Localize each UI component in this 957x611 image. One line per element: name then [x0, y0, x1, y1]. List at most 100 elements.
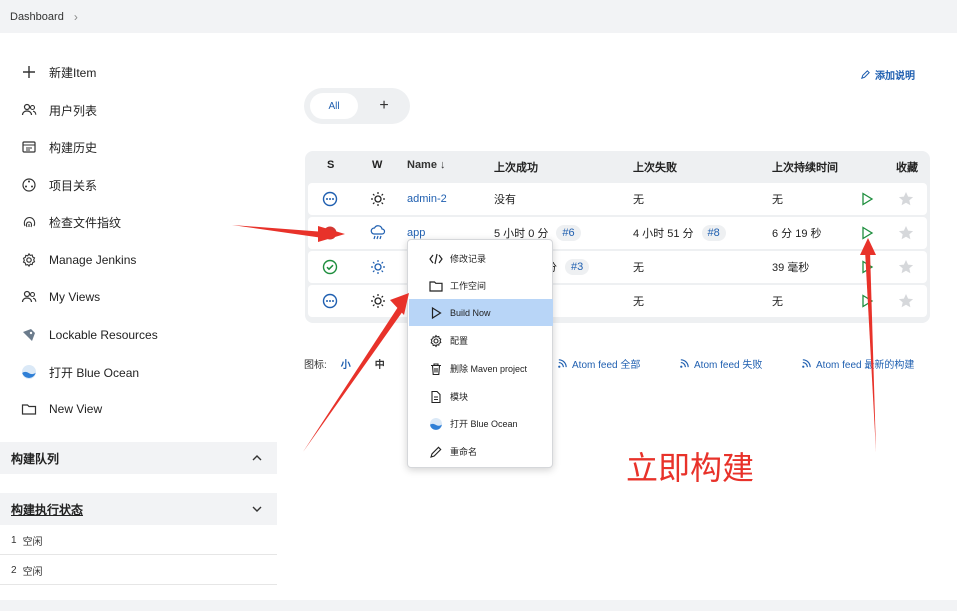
header-last-duration[interactable]: 上次持续时间: [772, 159, 838, 175]
users-icon: [18, 286, 40, 308]
annotation-build-now-text: 立即构建: [626, 450, 755, 486]
status-not-built-icon: [322, 183, 338, 215]
sidebar-item-new-view[interactable]: New View: [18, 395, 102, 423]
sidebar-item-manage-jenkins[interactable]: Manage Jenkins: [18, 246, 136, 274]
play-icon[interactable]: [859, 251, 875, 283]
status-not-built-icon: [322, 285, 338, 317]
executors-title[interactable]: 构建执行状态: [11, 501, 83, 518]
sidebar-item-new-item[interactable]: 新建Item: [18, 58, 96, 86]
header-last-failure[interactable]: 上次失败: [633, 159, 677, 175]
last-duration: 6 分 19 秒: [772, 228, 822, 240]
header-last-success[interactable]: 上次成功: [494, 159, 538, 175]
table-row: app 5 小时 0 分 #6 4 小时 51 分 #8 6 分 19 秒: [308, 217, 927, 249]
icon-size-legend: 图标: 小 中: [304, 356, 385, 371]
menu-item-label: 模块: [450, 392, 469, 402]
sidebar-item-my-views[interactable]: My Views: [18, 283, 100, 311]
menu-item-modules[interactable]: 模块: [409, 383, 553, 410]
sidebar-item-lockable-resources[interactable]: Lockable Resources: [18, 321, 158, 349]
menu-item-build-now[interactable]: Build Now: [409, 299, 553, 326]
add-description-link[interactable]: 添加说明: [860, 67, 915, 82]
last-failure: 无: [633, 194, 644, 206]
history-icon: [18, 136, 40, 158]
play-icon[interactable]: [859, 183, 875, 215]
sidebar-item-label: 用户列表: [49, 103, 98, 118]
star-icon[interactable]: [898, 183, 914, 215]
chevron-down-icon[interactable]: [251, 503, 263, 515]
plus-icon: [18, 61, 40, 83]
play-icon: [428, 305, 444, 321]
menu-item-configure[interactable]: 配置: [409, 327, 553, 354]
play-icon[interactable]: [859, 285, 875, 317]
menu-item-label: 配置: [450, 336, 469, 346]
sidebar-item-label: 检查文件指纹: [49, 215, 122, 230]
job-link[interactable]: admin-2: [407, 183, 447, 215]
menu-item-label: Build Now: [450, 307, 491, 318]
rss-icon: [802, 359, 811, 368]
atom-feed-latest-label: Atom feed 最新的构建: [816, 360, 915, 371]
code-icon: [428, 251, 444, 267]
job-context-menu: 修改记录 工作空间 Build Now 配置 删除 Maven project …: [407, 239, 553, 468]
atom-feed-latest[interactable]: Atom feed 最新的构建: [801, 356, 914, 371]
last-success: 没有: [494, 194, 516, 206]
last-duration: 39 毫秒: [772, 262, 810, 274]
menu-item-label: 修改记录: [450, 254, 487, 264]
sidebar-item-users[interactable]: 用户列表: [18, 96, 97, 124]
table-row: 无 无: [308, 285, 927, 317]
menu-item-label: 打开 Blue Ocean: [450, 419, 518, 429]
menu-item-workspace[interactable]: 工作空间: [409, 272, 553, 299]
sidebar-item-blue-ocean[interactable]: 打开 Blue Ocean: [18, 358, 139, 386]
add-view-tab[interactable]: +: [372, 94, 396, 118]
icon-size-medium[interactable]: 中: [375, 356, 385, 371]
menu-item-blue-ocean[interactable]: 打开 Blue Ocean: [409, 410, 553, 437]
blue-ocean-icon: [18, 361, 40, 383]
success-build-badge[interactable]: #6: [556, 225, 581, 241]
fingerprint-icon: [18, 211, 40, 233]
icon-size-small[interactable]: 小: [341, 356, 351, 371]
jenkins-dashboard: Dashboard › 新建Item 用户列表 构建历史 项目关系 检查文件指纹…: [0, 0, 957, 611]
last-duration: 无: [772, 296, 783, 308]
menu-item-label: 删除 Maven project: [450, 364, 528, 374]
rss-icon: [558, 359, 567, 368]
chevron-up-icon[interactable]: [251, 452, 263, 464]
pencil-icon: [428, 444, 444, 460]
sidebar-item-label: New View: [49, 402, 103, 416]
menu-item-rename[interactable]: 重命名: [409, 438, 553, 465]
executor-state: 空闲: [22, 566, 43, 578]
footer: [0, 600, 957, 611]
build-queue-header[interactable]: 构建队列: [0, 442, 277, 474]
view-tabs: All +: [304, 88, 410, 124]
atom-feed-failed[interactable]: Atom feed 失败: [679, 356, 762, 371]
header-status[interactable]: S: [327, 159, 334, 171]
jobs-table: S W Name ↓ 上次成功 上次失败 上次持续时间 收藏 admin-2 没…: [305, 151, 930, 323]
document-icon: [428, 389, 444, 405]
star-icon[interactable]: [898, 285, 914, 317]
star-icon[interactable]: [898, 251, 914, 283]
chevron-right-icon[interactable]: ›: [74, 10, 78, 24]
sidebar-item-project-relationship[interactable]: 项目关系: [18, 171, 97, 199]
menu-item-delete-project[interactable]: 删除 Maven project: [409, 355, 553, 382]
header-weather[interactable]: W: [372, 159, 382, 171]
atom-feed-all[interactable]: Atom feed 全部: [557, 356, 640, 371]
menu-item-changes[interactable]: 修改记录: [409, 245, 553, 272]
last-failure-text: 4 小时 51 分: [633, 228, 694, 240]
success-build-badge[interactable]: #3: [565, 259, 590, 275]
weather-sunny-icon: [370, 251, 386, 283]
executor-row: 1 空闲: [0, 526, 277, 555]
legend-label: 图标:: [304, 360, 327, 371]
menu-item-label: 重命名: [450, 447, 478, 457]
breadcrumb-dashboard[interactable]: Dashboard: [10, 11, 64, 23]
tab-all[interactable]: All: [310, 93, 358, 119]
play-icon[interactable]: [859, 217, 875, 249]
build-queue-title: 构建队列: [11, 451, 60, 466]
header-favorite[interactable]: 收藏: [896, 159, 918, 175]
executors-header[interactable]: 构建执行状态: [0, 493, 277, 525]
sidebar-item-build-history[interactable]: 构建历史: [18, 133, 97, 161]
atom-feed-all-label: Atom feed 全部: [572, 360, 641, 371]
executor-number: 1: [11, 534, 17, 546]
header-name[interactable]: Name ↓: [407, 159, 446, 171]
failure-build-badge[interactable]: #8: [701, 225, 726, 241]
status-failed-icon: [322, 217, 338, 249]
star-icon[interactable]: [898, 217, 914, 249]
sidebar-item-fingerprint[interactable]: 检查文件指纹: [18, 208, 121, 236]
arrow-to-build-now: [303, 307, 403, 452]
